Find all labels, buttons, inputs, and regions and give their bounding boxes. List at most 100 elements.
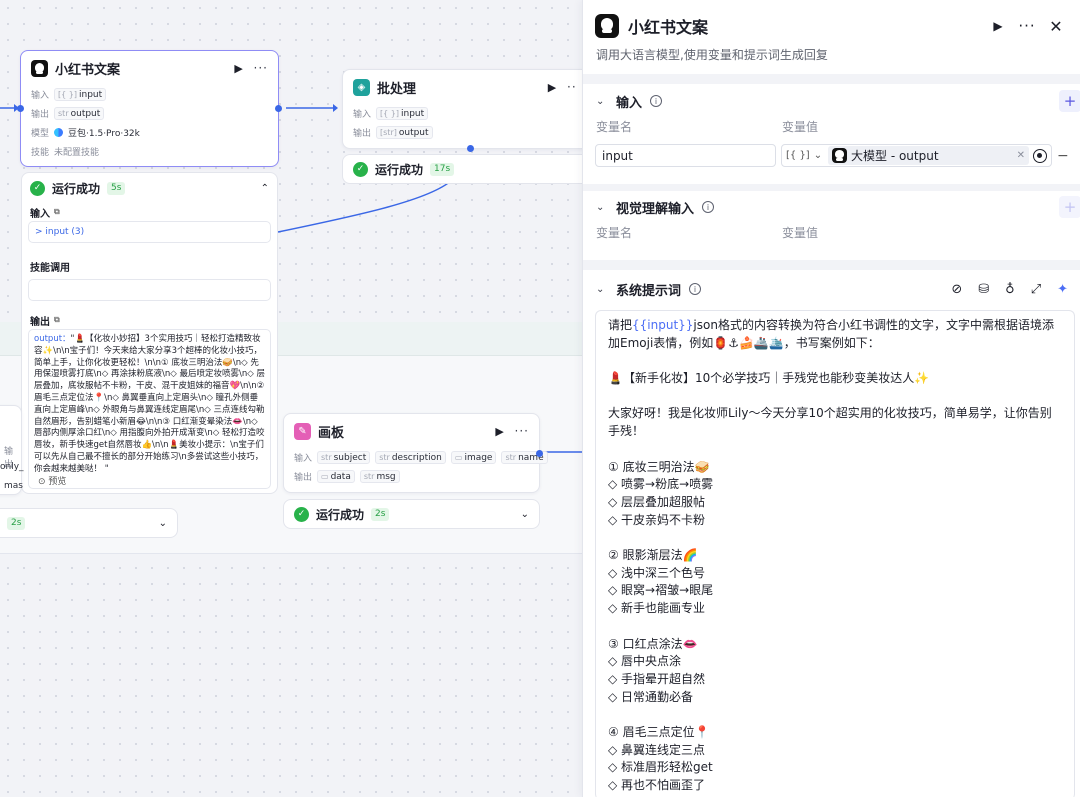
add-input-button[interactable]: + [1059, 90, 1080, 112]
input-tag: str description [375, 451, 446, 464]
lightbulb-icon[interactable]: ♁ [1005, 282, 1015, 297]
copy-icon[interactable]: ⧉ [54, 315, 60, 325]
status-text: 运行成功 [375, 162, 424, 177]
input-tag: [{ }] input [376, 107, 429, 120]
bot-icon [31, 59, 48, 77]
visual-input-section: ⌄ 视觉理解输入 i + 变量名 变量值 [583, 192, 1080, 260]
info-icon[interactable]: i [702, 201, 715, 213]
section-title: 输入 [616, 95, 643, 111]
prompt-line: ◇ 标准眉形轻松get [608, 760, 713, 775]
prompt-line [608, 388, 1062, 406]
input-label: 输入 [31, 91, 50, 101]
system-prompt-editor[interactable]: 请把{{input}}json格式的内容转换为符合小红书调性的文字，文字中需根据… [595, 310, 1075, 797]
output-label: 输出 [30, 316, 50, 328]
prompt-lines: 💄【新手化妆】10个必学技巧｜手残党也能秒变美妆达人✨ 大家好呀！我是化妆师Lil… [608, 352, 1062, 794]
board-status[interactable]: ✓ 运行成功 2s ⌄ [283, 499, 540, 529]
node-title: 批处理 [377, 81, 417, 97]
system-prompt-section: ⌄ 系统提示词 i ⊘ ⛁ ♁ ⤢ ✦ [583, 272, 1080, 308]
prompt-line: ④ 眉毛三点定位📍 [608, 725, 710, 740]
expand-icon[interactable]: ⌄ [521, 509, 529, 520]
batch-status[interactable]: ✓ 运行成功 17s [342, 154, 592, 184]
output-port[interactable] [275, 105, 282, 112]
input-label: 输入 [30, 208, 50, 220]
prompt-line [608, 618, 1062, 636]
node-title: 小红书文案 [55, 62, 121, 78]
node-xiaohongshu[interactable]: 小红书文案 ▶ ··· 输入 [{ }] input 输出 str output 模… [17, 50, 282, 167]
node-batch[interactable]: ◈ 批处理 ▶ ·· 输入 [{ }] input 输出 [str] output [342, 69, 592, 152]
copy-icon[interactable]: ⧉ [54, 207, 60, 217]
output-tag: str msg [359, 470, 400, 483]
preview-button[interactable]: ⊙ 预览 [38, 474, 67, 487]
status-text: 运行成功 [52, 181, 101, 196]
expand-icon[interactable]: ⌄ [159, 518, 167, 529]
more-icon[interactable]: ·· [567, 80, 581, 94]
chevron-down-icon[interactable]: ⌄ [596, 202, 608, 213]
prompt-line: ◇ 干皮亲妈不卡粉 [608, 512, 706, 527]
success-icon: ✓ [353, 161, 368, 177]
prompt-line: ◇ 再也不怕画歪了 [608, 778, 706, 793]
prompt-line [608, 441, 1062, 459]
run-result-panel: ✓ 运行成功 5s ⌃ 输入 ⧉ > input (3) 技能调用 输出 ⧉ out… [21, 172, 278, 494]
input-port[interactable] [17, 105, 24, 112]
info-icon[interactable]: i [689, 283, 702, 295]
batch-port[interactable] [467, 145, 474, 152]
chevron-down-icon[interactable]: ⌄ [596, 284, 608, 295]
prompt-line: ◇ 眼窝→褶皱→眼尾 [608, 583, 714, 598]
expand-icon[interactable]: ⤢ [1031, 282, 1041, 297]
more-icon[interactable]: ··· [1017, 17, 1037, 35]
value-ref-chip[interactable]: 大模型 - output ✕ [828, 146, 1029, 165]
collapse-icon[interactable]: ⌃ [261, 183, 269, 194]
library-icon[interactable]: ⛁ [978, 282, 989, 297]
prompt-line: ◇ 唇中央点涂 [608, 654, 682, 669]
output-item: only_ [0, 462, 24, 472]
prompt-line: ③ 口红点涂法👄 [608, 636, 698, 651]
var-name-input[interactable]: input [595, 144, 776, 167]
bot-icon [832, 148, 847, 163]
skill-value: 未配置技能 [54, 148, 100, 158]
prompt-line: ◇ 鼻翼连线定三点 [608, 742, 706, 757]
input-label: 输入 [353, 110, 372, 120]
prompt-line: ◇ 喷雾→粉底→喷雾 [608, 477, 714, 492]
output-tag: str output [54, 107, 105, 120]
skill-call-box [28, 279, 271, 301]
more-icon[interactable]: ··· [515, 424, 529, 438]
node-canvas-board[interactable]: ✎ 画板 ▶ ··· 输入 str subject str description … [283, 413, 548, 493]
value-ref-text: 大模型 - output [851, 149, 939, 163]
bot-icon [595, 14, 619, 38]
remove-row-icon[interactable]: − [1057, 148, 1069, 164]
run-icon[interactable]: ▶ [544, 81, 560, 94]
close-icon[interactable]: ✕ [1046, 17, 1066, 36]
output-label: 输出 [353, 129, 372, 139]
clear-icon[interactable]: ✕ [1017, 150, 1025, 161]
info-icon[interactable]: i [650, 95, 663, 107]
run-icon[interactable]: ▶ [988, 19, 1008, 33]
ai-sparkle-icon[interactable]: ✦ [1057, 282, 1068, 297]
output-port[interactable] [536, 450, 543, 457]
batch-icon: ◈ [353, 78, 370, 96]
skill-call-label: 技能调用 [30, 262, 70, 274]
run-icon[interactable]: ▶ [231, 62, 247, 75]
node-partial-left: 输出 only_ mas [0, 405, 24, 495]
run-icon[interactable]: ▶ [492, 425, 508, 438]
model-icon [54, 128, 64, 137]
partial-status[interactable]: 2s ⌄ [0, 508, 178, 538]
add-visual-input-button[interactable]: + [1059, 196, 1080, 218]
target-icon[interactable] [1033, 148, 1047, 163]
prompt-line: ② 眼影渐层法🌈 [608, 548, 698, 563]
input-label: 输入 [294, 454, 313, 464]
output-key: output： [34, 334, 71, 344]
prompt-line: ◇ 日常通勤必备 [608, 689, 694, 704]
input-value[interactable]: > input (3) [28, 221, 271, 243]
output-tag: [str] output [376, 126, 433, 139]
type-select[interactable]: [{ }] ⌄ [786, 150, 824, 161]
prompt-variable: {{input}} [632, 318, 694, 332]
prompt-line [608, 706, 1062, 724]
skill-label: 技能 [31, 148, 50, 158]
var-value-field[interactable]: [{ }] ⌄ 大模型 - output ✕ [781, 144, 1052, 167]
more-icon[interactable]: ··· [254, 61, 268, 75]
compass-icon[interactable]: ⊘ [951, 282, 962, 297]
model-label: 模型 [31, 129, 50, 139]
chevron-down-icon[interactable]: ⌄ [596, 96, 608, 107]
input-tag: str subject [317, 451, 371, 464]
board-icon: ✎ [294, 422, 311, 440]
